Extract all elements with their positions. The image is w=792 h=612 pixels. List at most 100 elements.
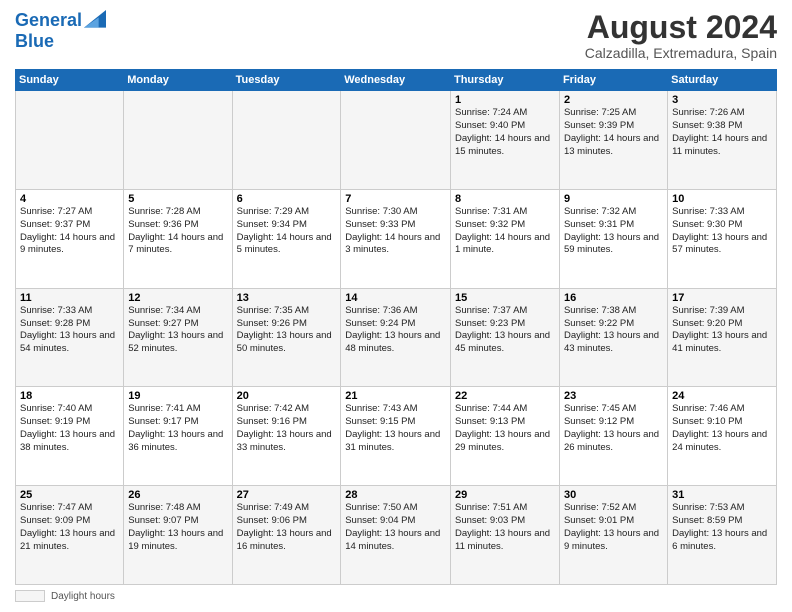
day-info: Sunrise: 7:43 AM Sunset: 9:15 PM Dayligh… xyxy=(345,403,446,454)
logo-icon xyxy=(84,10,106,28)
subtitle: Calzadilla, Extremadura, Spain xyxy=(585,45,777,61)
calendar-row-0: 1Sunrise: 7:24 AM Sunset: 9:40 PM Daylig… xyxy=(16,91,777,190)
calendar-row-1: 4Sunrise: 7:27 AM Sunset: 9:37 PM Daylig… xyxy=(16,189,777,288)
main-title: August 2024 xyxy=(585,10,777,45)
logo: General Blue xyxy=(15,10,106,52)
calendar-row-3: 18Sunrise: 7:40 AM Sunset: 9:19 PM Dayli… xyxy=(16,387,777,486)
day-info: Sunrise: 7:50 AM Sunset: 9:04 PM Dayligh… xyxy=(345,502,446,553)
calendar-cell xyxy=(16,91,124,190)
calendar: Sunday Monday Tuesday Wednesday Thursday… xyxy=(15,69,777,585)
calendar-cell: 23Sunrise: 7:45 AM Sunset: 9:12 PM Dayli… xyxy=(559,387,667,486)
day-number: 23 xyxy=(564,390,663,402)
day-number: 1 xyxy=(455,94,555,106)
day-number: 17 xyxy=(672,292,772,304)
calendar-cell: 7Sunrise: 7:30 AM Sunset: 9:33 PM Daylig… xyxy=(341,189,451,288)
col-wednesday: Wednesday xyxy=(341,70,451,91)
day-number: 13 xyxy=(237,292,337,304)
day-info: Sunrise: 7:24 AM Sunset: 9:40 PM Dayligh… xyxy=(455,107,555,158)
logo-blue: Blue xyxy=(15,32,106,52)
day-info: Sunrise: 7:26 AM Sunset: 9:38 PM Dayligh… xyxy=(672,107,772,158)
day-number: 22 xyxy=(455,390,555,402)
calendar-cell: 20Sunrise: 7:42 AM Sunset: 9:16 PM Dayli… xyxy=(232,387,341,486)
calendar-row-2: 11Sunrise: 7:33 AM Sunset: 9:28 PM Dayli… xyxy=(16,288,777,387)
day-info: Sunrise: 7:53 AM Sunset: 8:59 PM Dayligh… xyxy=(672,502,772,553)
day-number: 2 xyxy=(564,94,663,106)
day-number: 10 xyxy=(672,193,772,205)
day-number: 12 xyxy=(128,292,227,304)
calendar-cell: 22Sunrise: 7:44 AM Sunset: 9:13 PM Dayli… xyxy=(450,387,559,486)
calendar-cell: 27Sunrise: 7:49 AM Sunset: 9:06 PM Dayli… xyxy=(232,486,341,585)
day-info: Sunrise: 7:45 AM Sunset: 9:12 PM Dayligh… xyxy=(564,403,663,454)
calendar-cell: 31Sunrise: 7:53 AM Sunset: 8:59 PM Dayli… xyxy=(668,486,777,585)
day-info: Sunrise: 7:27 AM Sunset: 9:37 PM Dayligh… xyxy=(20,206,119,257)
calendar-cell: 9Sunrise: 7:32 AM Sunset: 9:31 PM Daylig… xyxy=(559,189,667,288)
calendar-cell: 14Sunrise: 7:36 AM Sunset: 9:24 PM Dayli… xyxy=(341,288,451,387)
day-number: 25 xyxy=(20,489,119,501)
day-info: Sunrise: 7:44 AM Sunset: 9:13 PM Dayligh… xyxy=(455,403,555,454)
day-info: Sunrise: 7:38 AM Sunset: 9:22 PM Dayligh… xyxy=(564,305,663,356)
calendar-cell xyxy=(341,91,451,190)
day-info: Sunrise: 7:30 AM Sunset: 9:33 PM Dayligh… xyxy=(345,206,446,257)
calendar-cell: 26Sunrise: 7:48 AM Sunset: 9:07 PM Dayli… xyxy=(124,486,232,585)
calendar-cell: 12Sunrise: 7:34 AM Sunset: 9:27 PM Dayli… xyxy=(124,288,232,387)
footer-label: Daylight hours xyxy=(51,591,115,602)
calendar-cell: 15Sunrise: 7:37 AM Sunset: 9:23 PM Dayli… xyxy=(450,288,559,387)
day-number: 16 xyxy=(564,292,663,304)
day-info: Sunrise: 7:39 AM Sunset: 9:20 PM Dayligh… xyxy=(672,305,772,356)
col-thursday: Thursday xyxy=(450,70,559,91)
day-info: Sunrise: 7:41 AM Sunset: 9:17 PM Dayligh… xyxy=(128,403,227,454)
calendar-cell: 1Sunrise: 7:24 AM Sunset: 9:40 PM Daylig… xyxy=(450,91,559,190)
day-number: 8 xyxy=(455,193,555,205)
day-number: 7 xyxy=(345,193,446,205)
calendar-cell: 16Sunrise: 7:38 AM Sunset: 9:22 PM Dayli… xyxy=(559,288,667,387)
col-monday: Monday xyxy=(124,70,232,91)
day-info: Sunrise: 7:28 AM Sunset: 9:36 PM Dayligh… xyxy=(128,206,227,257)
calendar-cell: 17Sunrise: 7:39 AM Sunset: 9:20 PM Dayli… xyxy=(668,288,777,387)
day-info: Sunrise: 7:46 AM Sunset: 9:10 PM Dayligh… xyxy=(672,403,772,454)
day-info: Sunrise: 7:29 AM Sunset: 9:34 PM Dayligh… xyxy=(237,206,337,257)
title-block: August 2024 Calzadilla, Extremadura, Spa… xyxy=(585,10,777,61)
calendar-header-row: Sunday Monday Tuesday Wednesday Thursday… xyxy=(16,70,777,91)
day-number: 9 xyxy=(564,193,663,205)
day-info: Sunrise: 7:48 AM Sunset: 9:07 PM Dayligh… xyxy=(128,502,227,553)
day-number: 21 xyxy=(345,390,446,402)
day-number: 18 xyxy=(20,390,119,402)
day-number: 20 xyxy=(237,390,337,402)
col-saturday: Saturday xyxy=(668,70,777,91)
day-info: Sunrise: 7:40 AM Sunset: 9:19 PM Dayligh… xyxy=(20,403,119,454)
day-info: Sunrise: 7:36 AM Sunset: 9:24 PM Dayligh… xyxy=(345,305,446,356)
day-info: Sunrise: 7:31 AM Sunset: 9:32 PM Dayligh… xyxy=(455,206,555,257)
calendar-cell: 13Sunrise: 7:35 AM Sunset: 9:26 PM Dayli… xyxy=(232,288,341,387)
footer-box xyxy=(15,590,45,602)
day-info: Sunrise: 7:51 AM Sunset: 9:03 PM Dayligh… xyxy=(455,502,555,553)
day-info: Sunrise: 7:35 AM Sunset: 9:26 PM Dayligh… xyxy=(237,305,337,356)
calendar-cell: 30Sunrise: 7:52 AM Sunset: 9:01 PM Dayli… xyxy=(559,486,667,585)
calendar-cell: 18Sunrise: 7:40 AM Sunset: 9:19 PM Dayli… xyxy=(16,387,124,486)
day-number: 11 xyxy=(20,292,119,304)
day-number: 15 xyxy=(455,292,555,304)
calendar-row-4: 25Sunrise: 7:47 AM Sunset: 9:09 PM Dayli… xyxy=(16,486,777,585)
calendar-cell: 29Sunrise: 7:51 AM Sunset: 9:03 PM Dayli… xyxy=(450,486,559,585)
day-number: 31 xyxy=(672,489,772,501)
logo-general: General xyxy=(15,10,82,30)
calendar-cell: 19Sunrise: 7:41 AM Sunset: 9:17 PM Dayli… xyxy=(124,387,232,486)
day-info: Sunrise: 7:33 AM Sunset: 9:28 PM Dayligh… xyxy=(20,305,119,356)
day-info: Sunrise: 7:25 AM Sunset: 9:39 PM Dayligh… xyxy=(564,107,663,158)
calendar-cell: 5Sunrise: 7:28 AM Sunset: 9:36 PM Daylig… xyxy=(124,189,232,288)
page: General Blue August 2024 Calzadilla, Ext… xyxy=(0,0,792,612)
calendar-cell: 10Sunrise: 7:33 AM Sunset: 9:30 PM Dayli… xyxy=(668,189,777,288)
day-number: 19 xyxy=(128,390,227,402)
calendar-cell xyxy=(232,91,341,190)
day-number: 6 xyxy=(237,193,337,205)
calendar-cell: 11Sunrise: 7:33 AM Sunset: 9:28 PM Dayli… xyxy=(16,288,124,387)
calendar-cell xyxy=(124,91,232,190)
day-info: Sunrise: 7:52 AM Sunset: 9:01 PM Dayligh… xyxy=(564,502,663,553)
day-number: 27 xyxy=(237,489,337,501)
day-number: 14 xyxy=(345,292,446,304)
calendar-cell: 3Sunrise: 7:26 AM Sunset: 9:38 PM Daylig… xyxy=(668,91,777,190)
day-number: 29 xyxy=(455,489,555,501)
day-info: Sunrise: 7:49 AM Sunset: 9:06 PM Dayligh… xyxy=(237,502,337,553)
col-sunday: Sunday xyxy=(16,70,124,91)
col-friday: Friday xyxy=(559,70,667,91)
day-number: 28 xyxy=(345,489,446,501)
